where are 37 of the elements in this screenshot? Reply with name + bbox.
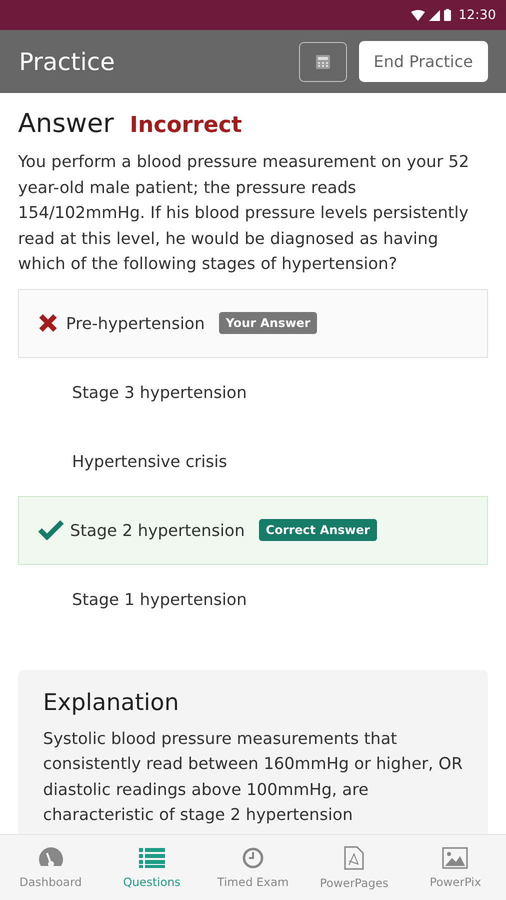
page-title: Practice bbox=[19, 48, 116, 76]
calculator-button[interactable] bbox=[298, 42, 347, 82]
option-text: Hypertensive crisis bbox=[72, 452, 228, 470]
nav-tab[interactable]: Timed Exam bbox=[202, 835, 304, 900]
image-icon bbox=[442, 846, 468, 868]
explanation-text: Systolic blood pressure measurements that consistently read between 160mmHg or higher, OR diastolic readings above 100mmHg, are characteristic of stage 2 hypertension bbox=[43, 728, 463, 826]
result-label: Incorrect bbox=[130, 113, 242, 138]
gauge-icon bbox=[38, 846, 64, 868]
answer-option[interactable]: Stage 1 hypertension bbox=[18, 564, 488, 634]
nav-tab[interactable]: Dashboard bbox=[0, 835, 102, 900]
explanation-title: Explanation bbox=[43, 690, 180, 716]
document-icon bbox=[344, 846, 364, 870]
checkmark-icon bbox=[38, 520, 64, 540]
answer-option[interactable]: Stage 3 hypertension bbox=[18, 358, 488, 426]
option-text: Stage 1 hypertension bbox=[72, 590, 247, 608]
answer-tag: Correct Answer bbox=[258, 519, 377, 541]
battery-icon bbox=[444, 9, 451, 21]
answer-tag: Your Answer bbox=[218, 312, 318, 334]
question-text: You perform a blood pressure measurement on your 52 year-old male patient; the pressure reads 154/102mmHg. If his blood pressure levels persistently read at this level, he would be diagnosed as having which of the following stages of hypertension? bbox=[18, 151, 470, 275]
clock-time: 12:30 bbox=[458, 8, 496, 22]
answer-option-card[interactable]: Stage 2 hypertension Correct Answer bbox=[18, 496, 488, 564]
clock-icon bbox=[242, 846, 264, 868]
answer-option[interactable]: Hypertensive crisis bbox=[18, 426, 488, 496]
cross-icon bbox=[38, 313, 58, 333]
nav-tab[interactable]: Questions bbox=[101, 835, 202, 900]
signal-icon bbox=[428, 10, 440, 20]
end-practice-button[interactable]: End Practice bbox=[358, 41, 488, 82]
nav-tab[interactable]: PowerPix bbox=[404, 835, 506, 900]
option-text: Stage 2 hypertension bbox=[70, 520, 245, 540]
option-text: Stage 3 hypertension bbox=[72, 382, 247, 402]
answer-heading: Answer bbox=[18, 109, 114, 139]
nav-tab[interactable]: PowerPages bbox=[304, 835, 405, 900]
list-icon bbox=[138, 846, 165, 868]
option-text: Pre-hypertension bbox=[66, 314, 205, 332]
calculator-icon bbox=[314, 54, 331, 70]
wifi-icon bbox=[410, 10, 425, 20]
answer-option-card[interactable]: Pre-hypertension Your Answer bbox=[18, 288, 488, 358]
